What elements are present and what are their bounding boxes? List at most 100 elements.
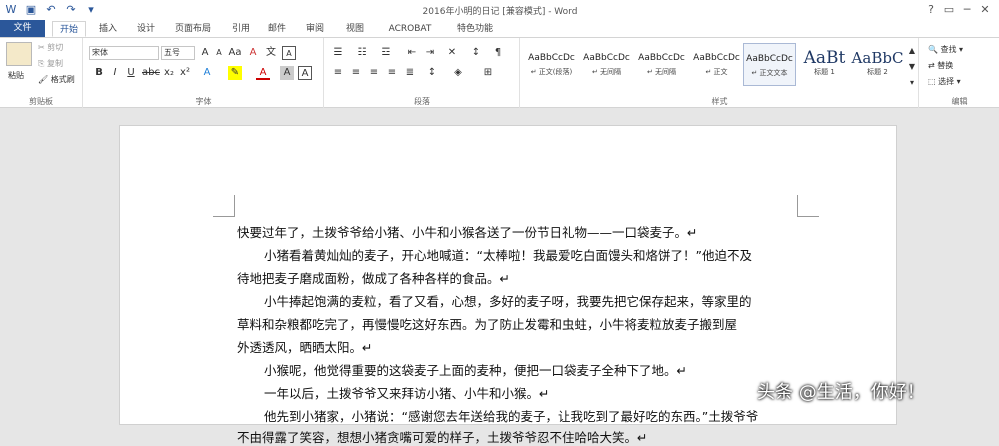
select-button[interactable]: ⬚ 选择 ▾ <box>928 76 961 87</box>
find-button[interactable]: 🔍 查找 ▾ <box>928 44 963 55</box>
increase-indent-icon[interactable]: ⇥ <box>423 46 437 60</box>
cut-label: 剪切 <box>47 43 64 52</box>
justify-icon[interactable]: ≡ <box>385 66 399 80</box>
tab-home[interactable]: 开始 <box>52 21 86 37</box>
paragraph[interactable]: 外透透风，晒晒太阳。↵ <box>237 337 372 356</box>
paragraph[interactable]: 快要过年了，土拨爷爷给小猪、小牛和小猴各送了一份节日礼物——一口袋麦子。↵ <box>237 222 697 241</box>
close-button[interactable]: ✕ <box>976 2 994 18</box>
undo-icon[interactable]: ↶ <box>44 3 58 17</box>
font-name-value: 宋体 <box>92 48 108 57</box>
paste-button[interactable]: 粘贴 <box>8 70 24 81</box>
styles-more-icon[interactable]: ▾ <box>905 76 919 90</box>
strikethrough-icon[interactable]: abc <box>142 66 160 80</box>
style-name: 标题 1 <box>814 68 835 76</box>
subscript-icon[interactable]: x₂ <box>162 66 176 80</box>
tab-review[interactable]: 审阅 <box>300 21 330 37</box>
style-item[interactable]: AaBbCcDc ↵ 正文(段落) <box>525 43 578 86</box>
align-center-icon[interactable]: ≡ <box>349 66 363 80</box>
font-color-icon[interactable]: A <box>256 66 270 80</box>
bullets-icon[interactable]: ☰ <box>331 46 345 60</box>
tab-mailings[interactable]: 邮件 <box>262 21 292 37</box>
cut-button[interactable]: ✂ 剪切 <box>38 42 63 53</box>
bold-icon[interactable]: B <box>92 66 106 80</box>
enclose-char-icon[interactable]: A <box>282 46 296 60</box>
style-item[interactable]: AaBbCcDc ↵ 无间隔 <box>580 43 633 86</box>
styles-scroll-up-icon[interactable]: ▲ <box>905 44 919 58</box>
copy-label: 复制 <box>46 59 63 68</box>
chinese-layout-icon[interactable]: ✕ <box>445 46 459 60</box>
clear-format-icon[interactable]: A <box>246 46 260 60</box>
align-left-icon[interactable]: ≡ <box>331 66 345 80</box>
align-right-icon[interactable]: ≡ <box>367 66 381 80</box>
ribbon: 粘贴 ✂ 剪切 ⎘ 复制 🖌 格式刷 剪贴板 宋体 五号 A A Aa A 文 … <box>0 37 999 108</box>
style-name: ↵ 无间隔 <box>646 68 677 76</box>
underline-icon[interactable]: U <box>124 66 138 80</box>
numbering-icon[interactable]: ☷ <box>355 46 369 60</box>
paragraph[interactable]: 草料和杂粮都吃完了，再慢慢吃这好东西。为了防止发霉和虫蛀，小牛将麦粒放麦子搬到屋 <box>237 314 737 333</box>
select-label: 选择 <box>938 77 955 86</box>
customize-qat-icon[interactable]: ▾ <box>84 3 98 17</box>
paragraph[interactable]: 小猴呢，他觉得重要的这袋麦子上面的麦种，便把一口袋麦子全种下了地。↵ <box>264 360 687 379</box>
paragraph[interactable]: 小牛捧起饱满的麦粒，看了又看，心想，多好的麦子呀，我要先把它保存起来，等家里的 <box>264 291 752 310</box>
tab-acrobat[interactable]: ACROBAT <box>378 21 442 37</box>
style-preview: AaBbCcDc <box>746 54 793 64</box>
style-preview: AaBbCcDc <box>638 53 685 63</box>
watermark-text: 头条 @生活，你好！ <box>757 382 925 403</box>
borders-icon[interactable]: ⊞ <box>481 66 495 80</box>
save-icon[interactable]: ▣ <box>24 3 38 17</box>
style-item-selected[interactable]: AaBbCcDc ↵ 正文文本 <box>743 43 796 86</box>
change-case-icon[interactable]: Aa <box>228 46 242 60</box>
highlight-icon[interactable]: ✎ <box>228 66 242 80</box>
paragraph[interactable]: 小猪看着黄灿灿的麦子，开心地喊道：“太棒啦！我最爱吃白面馒头和烙饼了！”他迫不及 <box>264 245 752 264</box>
tab-layout[interactable]: 页面布局 <box>168 21 218 37</box>
show-marks-icon[interactable]: ¶ <box>491 46 505 60</box>
replace-button[interactable]: ⇄ 替换 <box>928 60 953 71</box>
font-name-dropdown[interactable]: 宋体 <box>89 46 159 60</box>
sort-icon[interactable]: ↕ <box>469 46 483 60</box>
paragraph[interactable]: 他先到小猪家，小猪说：“感谢您去年送给我的麦子，让我吃到了最好吃的东西。”土拨爷… <box>264 406 758 425</box>
tab-file[interactable]: 文件 <box>0 20 45 37</box>
distributed-icon[interactable]: ≣ <box>403 66 417 80</box>
paragraph[interactable]: 一年以后，土拨爷爷又来拜访小猪、小牛和小猴。↵ <box>264 383 549 402</box>
style-item[interactable]: AaBbCcDc ↵ 正文 <box>690 43 743 86</box>
tab-view[interactable]: 视图 <box>340 21 370 37</box>
style-item[interactable]: AaBt 标题 1 <box>798 43 851 86</box>
paragraph[interactable]: 不由得露了笑容，想想小猪贪嘴可爱的样子，土拨爷爷忍不住哈哈大笑。↵ <box>237 427 647 446</box>
ribbon-display-button[interactable]: ▭ <box>940 2 958 18</box>
style-preview: AaBbCcDc <box>583 53 630 63</box>
font-size-dropdown[interactable]: 五号 <box>161 46 195 60</box>
title-bar: W ▣ ↶ ↷ ▾ 2016年小明的日记 [兼容模式] - Word ? ▭ ─… <box>0 0 999 20</box>
char-shading-icon[interactable]: A <box>280 66 294 80</box>
tab-features[interactable]: 特色功能 <box>450 21 500 37</box>
font-group-label: 字体 <box>195 97 212 106</box>
style-preview: AaBbC <box>851 49 904 67</box>
italic-icon[interactable]: I <box>108 66 122 80</box>
tab-references[interactable]: 引用 <box>226 21 256 37</box>
decrease-indent-icon[interactable]: ⇤ <box>405 46 419 60</box>
tab-insert[interactable]: 插入 <box>92 21 124 37</box>
multilevel-list-icon[interactable]: ☲ <box>379 46 393 60</box>
shading-icon[interactable]: ◈ <box>451 66 465 80</box>
style-item[interactable]: AaBbC 标题 2 <box>851 43 904 86</box>
word-app-icon: W <box>5 3 17 16</box>
grow-font-icon[interactable]: A <box>198 46 212 60</box>
clipboard-group: 粘贴 ✂ 剪切 ⎘ 复制 🖌 格式刷 剪贴板 <box>0 38 83 108</box>
format-painter-button[interactable]: 🖌 格式刷 <box>38 74 75 85</box>
copy-button[interactable]: ⎘ 复制 <box>38 58 63 69</box>
style-item[interactable]: AaBbCcDc ↵ 无间隔 <box>635 43 688 86</box>
paste-icon[interactable] <box>6 42 32 66</box>
shrink-font-icon[interactable]: A <box>212 46 226 60</box>
help-button[interactable]: ? <box>922 2 940 18</box>
style-preview: AaBbCcDc <box>528 53 575 63</box>
minimize-button[interactable]: ─ <box>958 2 976 18</box>
tab-design[interactable]: 设计 <box>130 21 162 37</box>
redo-icon[interactable]: ↷ <box>64 3 78 17</box>
paragraph[interactable]: 待地把麦子磨成面粉，做成了各种各样的食品。↵ <box>237 268 510 287</box>
superscript-icon[interactable]: x² <box>178 66 192 80</box>
styles-scroll-down-icon[interactable]: ▼ <box>905 60 919 74</box>
format-painter-label: 格式刷 <box>50 75 75 84</box>
text-effects-icon[interactable]: A <box>200 66 214 80</box>
phonetic-guide-icon[interactable]: 文 <box>264 46 278 60</box>
char-border-icon[interactable]: A <box>298 66 312 80</box>
line-spacing-icon[interactable]: ↕ <box>425 66 439 80</box>
